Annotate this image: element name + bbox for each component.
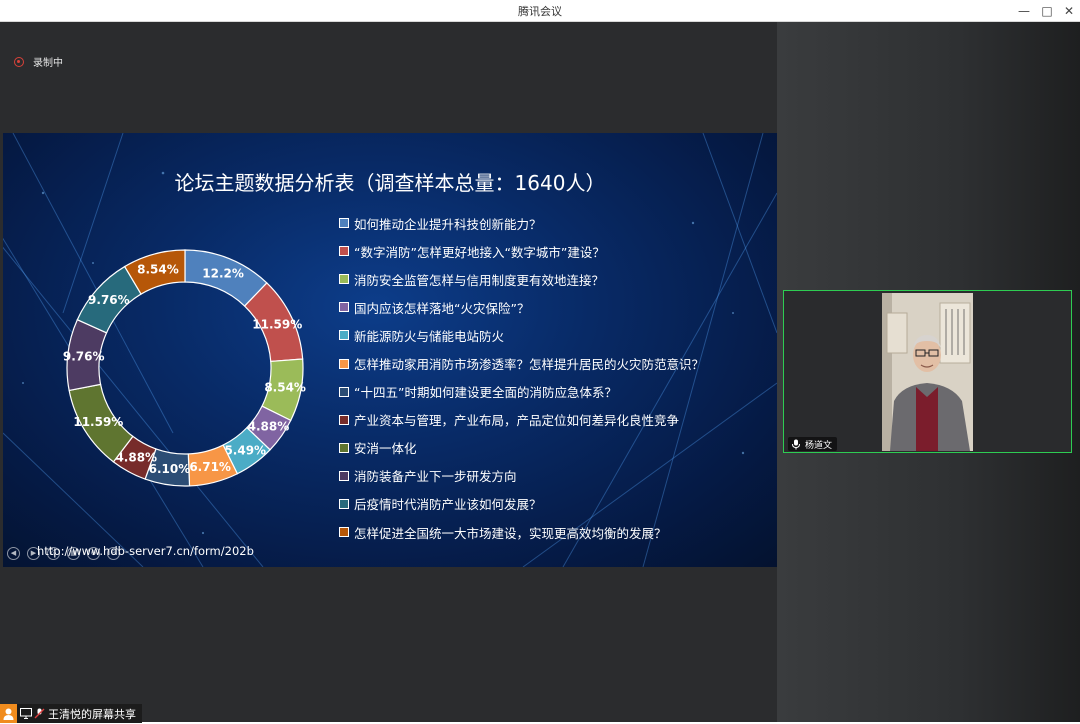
slice-data-label: 4.88% xyxy=(115,451,157,465)
legend-swatch xyxy=(339,527,349,538)
legend-swatch xyxy=(339,386,349,397)
slice-data-label: 4.88% xyxy=(248,420,290,434)
legend-item: 后疫情时代消防产业该如何发展？ xyxy=(339,490,704,518)
legend-swatch xyxy=(339,442,349,453)
legend-label: 如何推动企业提升科技创新能力？ xyxy=(354,216,542,232)
recording-label: 录制中 xyxy=(33,58,63,69)
legend-swatch xyxy=(339,274,349,285)
participant-video-tile[interactable]: 杨道文 xyxy=(783,290,1072,453)
legend-item: 产业资本与管理，产业布局，产品定位如何差异化良性竞争 xyxy=(339,406,704,434)
legend-label: 后疫情时代消防产业该如何发展？ xyxy=(354,497,542,513)
participant-name-tag: 杨道文 xyxy=(788,437,838,451)
legend-label: 产业资本与管理，产业布局，产品定位如何差异化良性竞争 xyxy=(354,413,680,429)
close-button[interactable]: ✕ xyxy=(1058,2,1080,20)
slice-data-label: 9.76% xyxy=(63,349,105,363)
legend-item: “数字消防”怎样更好地接入“数字城市”建设？ xyxy=(339,237,704,265)
participant-video xyxy=(882,293,973,451)
slide-url: http://www.hdb-server7.cn/form/202b xyxy=(37,544,254,558)
slice-data-label: 9.76% xyxy=(88,293,130,307)
slice-data-label: 6.71% xyxy=(189,460,231,474)
legend-label: 安消一体化 xyxy=(354,441,417,457)
chart-legend: 如何推动企业提升科技创新能力？ “数字消防”怎样更好地接入“数字城市”建设？ 消防安… xyxy=(339,209,704,546)
presentation-slide: 论坛主题数据分析表（调查样本总量：1640人） 12.2% 11.59% 8.54%… xyxy=(3,133,777,567)
legend-item: 安消一体化 xyxy=(339,434,704,462)
slice-data-label: 8.54% xyxy=(137,263,179,277)
legend-swatch xyxy=(339,358,349,369)
screen-share-status[interactable]: 王清悦的屏幕共享 xyxy=(0,704,142,723)
legend-label: “十四五”时期如何建设更全面的消防应急体系？ xyxy=(354,385,617,401)
window-titlebar: 腾讯会议 — □ ✕ xyxy=(0,0,1080,22)
legend-label: 新能源防火与储能电站防火 xyxy=(354,328,505,344)
legend-label: 消防装备产业下一步研发方向 xyxy=(354,469,517,485)
legend-label: 消防安全监管怎样与信用制度更有效地连接？ xyxy=(354,272,605,288)
window-title: 腾讯会议 xyxy=(518,5,562,18)
legend-swatch xyxy=(339,414,349,425)
legend-item: “十四五”时期如何建设更全面的消防应急体系？ xyxy=(339,378,704,406)
legend-item: 新能源防火与储能电站防火 xyxy=(339,321,704,349)
legend-swatch xyxy=(339,470,349,481)
microphone-icon xyxy=(792,439,800,449)
recording-indicator[interactable]: 录制中 xyxy=(14,54,63,69)
legend-swatch xyxy=(339,330,349,341)
share-status-label: 王清悦的屏幕共享 xyxy=(48,707,136,721)
legend-label: “数字消防”怎样更好地接入“数字城市”建设？ xyxy=(354,244,605,260)
legend-item: 国内应该怎样落地“火灾保险”？ xyxy=(339,293,704,321)
slide-title: 论坛主题数据分析表（调查样本总量：1640人） xyxy=(174,171,606,195)
slice-data-label: 8.54% xyxy=(264,380,306,394)
legend-swatch xyxy=(339,218,349,229)
legend-item: 消防装备产业下一步研发方向 xyxy=(339,462,704,490)
screen-share-icon xyxy=(20,708,32,719)
legend-item: 消防安全监管怎样与信用制度更有效地连接？ xyxy=(339,265,704,293)
slice-data-label: 11.59% xyxy=(73,415,123,429)
record-icon xyxy=(14,56,24,67)
user-icon xyxy=(0,704,17,723)
slice-data-label: 5.49% xyxy=(224,443,266,457)
legend-swatch xyxy=(339,302,349,313)
maximize-button[interactable]: □ xyxy=(1036,2,1058,20)
donut-chart: 12.2%11.59%8.54%4.88%5.49%6.71%6.10%4.88… xyxy=(63,249,306,487)
legend-label: 国内应该怎样落地“火灾保险”？ xyxy=(354,300,530,316)
legend-item: 怎样促进全国统一大市场建设，实现更高效均衡的发展？ xyxy=(339,518,704,546)
legend-swatch xyxy=(339,498,349,509)
legend-label: 怎样推动家用消防市场渗透率？怎样提升居民的火灾防范意识？ xyxy=(354,357,705,373)
participant-name: 杨道文 xyxy=(805,440,833,451)
minimize-button[interactable]: — xyxy=(1013,2,1035,20)
prev-slide-icon[interactable]: ◀ xyxy=(7,547,20,560)
legend-item: 怎样推动家用消防市场渗透率？怎样提升居民的火灾防范意识？ xyxy=(339,349,704,377)
slice-data-label: 11.59% xyxy=(252,317,302,331)
legend-label: 怎样促进全国统一大市场建设，实现更高效均衡的发展？ xyxy=(354,525,667,541)
legend-item: 如何推动企业提升科技创新能力？ xyxy=(339,209,704,237)
slice-data-label: 12.2% xyxy=(202,266,244,280)
muted-mic-icon xyxy=(34,708,45,719)
legend-swatch xyxy=(339,246,349,257)
